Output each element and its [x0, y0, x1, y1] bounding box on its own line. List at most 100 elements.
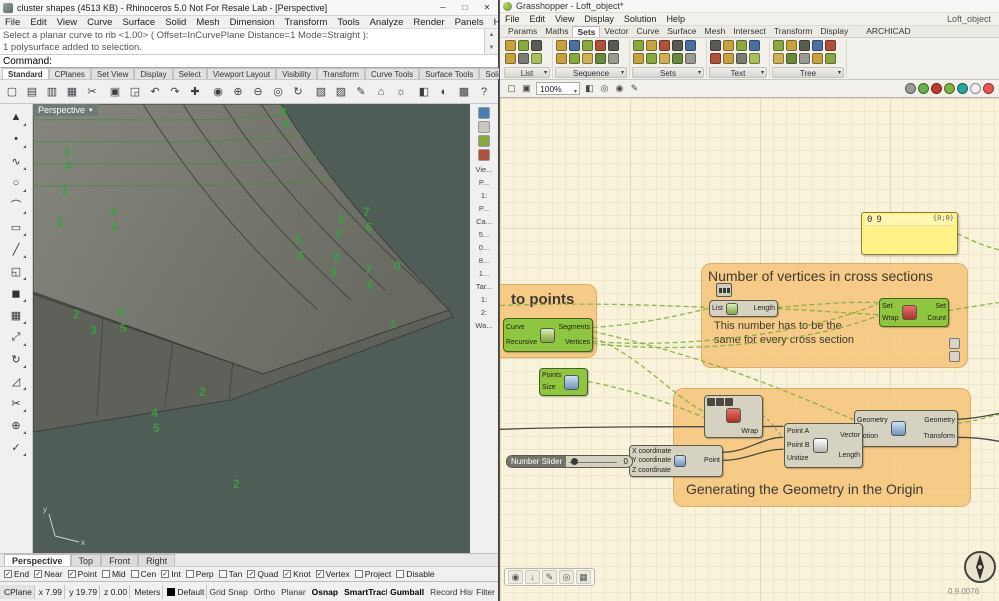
profile-icon[interactable]: ◉	[508, 570, 523, 584]
input-port[interactable]: Points	[542, 372, 561, 379]
component-icon[interactable]	[749, 53, 760, 64]
panel-icon[interactable]	[478, 121, 490, 133]
edit-icon[interactable]: ✎	[351, 82, 371, 102]
category-tab[interactable]: Sets	[572, 26, 600, 37]
osnap-checkbox[interactable]: End	[4, 569, 29, 579]
output-port[interactable]: Point	[704, 457, 720, 464]
menu-item[interactable]: Render	[408, 17, 449, 28]
viewport-tab[interactable]: Right	[138, 554, 175, 566]
component-icon[interactable]	[569, 53, 580, 64]
undo-icon[interactable]: ↶	[145, 82, 165, 102]
component-icon[interactable]	[825, 53, 836, 64]
output-port[interactable]: Segments	[558, 324, 590, 331]
component-construct-point[interactable]: X coordinateY coordinateZ coordinate Poi…	[629, 445, 723, 477]
file-icon[interactable]: ▢	[504, 82, 519, 96]
solver-stop-icon[interactable]	[983, 83, 994, 94]
osnap-checkbox[interactable]: Quad	[247, 569, 278, 579]
open-file-icon[interactable]: ▤	[22, 82, 42, 102]
status-toggle[interactable]: Grid Snap	[207, 585, 251, 599]
menu-item[interactable]: Solid	[160, 17, 191, 28]
preview-shaded-icon[interactable]	[944, 83, 955, 94]
solid-tool-icon[interactable]: ◼	[4, 282, 28, 304]
component-list-length[interactable]: List Length	[709, 300, 778, 317]
grid-snap-icon[interactable]: ▦	[576, 570, 591, 584]
lights-icon[interactable]: ☼	[391, 82, 411, 102]
save-icon[interactable]: ▥	[42, 82, 62, 102]
osnap-checkbox[interactable]: Point	[68, 569, 97, 579]
cut-icon[interactable]: ✂	[82, 82, 102, 102]
toolbar-tab[interactable]: Visibility	[276, 68, 317, 79]
sketch-tool-icon[interactable]: ✎	[542, 570, 557, 584]
command-history[interactable]: Select a planar curve to rib <1.00> ( Of…	[0, 29, 498, 55]
surface-tool-icon[interactable]: ◱	[4, 260, 28, 282]
menu-item[interactable]: Analyze	[365, 17, 409, 28]
osnap-checkbox[interactable]: Near	[34, 569, 62, 579]
component-icon[interactable]	[582, 40, 593, 51]
viewport-tab[interactable]: Front	[101, 554, 138, 566]
layers-icon[interactable]: ▧	[311, 82, 331, 102]
print-icon[interactable]: ▦	[62, 82, 82, 102]
camera-icon[interactable]	[905, 83, 916, 94]
panel-icon[interactable]	[478, 135, 490, 147]
menu-item[interactable]: Dimension	[225, 17, 280, 28]
toolbar-tab[interactable]: Viewport Layout	[207, 68, 276, 79]
component-icon[interactable]	[659, 40, 670, 51]
grasshopper-canvas[interactable]: to points Number of vertices in cross se…	[500, 98, 999, 601]
scroll-up-icon[interactable]: ▲	[489, 29, 495, 41]
relay-icon[interactable]	[949, 338, 960, 349]
category-tab[interactable]: Transform	[770, 26, 816, 37]
category-tab[interactable]: Curve	[633, 26, 664, 37]
command-history-scrollbar[interactable]: ▲▼	[484, 29, 498, 54]
render-icon[interactable]: ◐	[434, 82, 454, 102]
canvas-toggle-icon[interactable]	[970, 83, 981, 94]
menu-item[interactable]: Mesh	[191, 17, 224, 28]
status-toggle[interactable]: SmartTrack	[341, 585, 387, 599]
panel-icon[interactable]	[478, 149, 490, 161]
menu-item[interactable]: Help	[661, 14, 690, 24]
component-icon[interactable]	[556, 40, 567, 51]
output-port[interactable]: Transform	[923, 433, 955, 440]
component-icon[interactable]	[773, 53, 784, 64]
component-icon[interactable]	[672, 40, 683, 51]
input-port[interactable]: Point A	[787, 428, 809, 435]
osnap-checkbox[interactable]: Project	[355, 569, 391, 579]
panel-tab[interactable]: 2:	[481, 306, 487, 319]
input-port[interactable]: Size	[542, 384, 556, 391]
category-tab[interactable]: Display	[816, 26, 852, 37]
sketch-icon[interactable]: ✎	[627, 82, 642, 96]
component-icon[interactable]	[556, 53, 567, 64]
component-icon[interactable]	[736, 53, 747, 64]
component-icon[interactable]	[786, 53, 797, 64]
menu-item[interactable]: File	[500, 14, 525, 24]
menu-item[interactable]: Surface	[117, 17, 160, 28]
data-panel[interactable]: {0;0} 0 9	[861, 212, 958, 255]
component-icon[interactable]	[518, 40, 529, 51]
select-tool-icon[interactable]: ▲	[4, 106, 28, 128]
maximize-button[interactable]: □	[454, 0, 476, 15]
grasshopper-titlebar[interactable]: Grasshopper - Loft_object*	[500, 0, 999, 13]
arc-tool-icon[interactable]: ⌒	[4, 194, 28, 216]
help-icon[interactable]: ?	[474, 82, 494, 102]
component-icon[interactable]	[799, 53, 810, 64]
panel-tab[interactable]: P...	[479, 202, 489, 215]
toolbar-tab[interactable]: Set View	[91, 68, 134, 79]
osnap-checkbox[interactable]: Perp	[186, 569, 214, 579]
zoom-extents-icon[interactable]: ◎	[597, 82, 612, 96]
toolbar-tab[interactable]: Transform	[317, 68, 365, 79]
component-point-display[interactable]: Points Size	[539, 368, 588, 396]
category-tab[interactable]: Vector	[600, 26, 632, 37]
input-port[interactable]: Z coordinate	[632, 467, 671, 474]
component-icon[interactable]	[710, 53, 721, 64]
zoom-window-icon[interactable]: ◧	[582, 82, 597, 96]
panel-tab[interactable]: Vie...	[476, 163, 493, 176]
cplane-button[interactable]: CPlane	[0, 585, 35, 599]
mini-param-component[interactable]	[716, 283, 732, 297]
component-icon[interactable]	[608, 40, 619, 51]
output-port[interactable]: Vertices	[565, 339, 590, 346]
rotate-tool-icon[interactable]: ↻	[4, 348, 28, 370]
slider-knob[interactable]	[571, 458, 578, 465]
shaded-view-icon[interactable]: ◧	[414, 82, 434, 102]
component-icon[interactable]	[799, 40, 810, 51]
output-port[interactable]: Geometry	[924, 417, 955, 424]
status-toggle[interactable]: Record History	[427, 585, 473, 599]
